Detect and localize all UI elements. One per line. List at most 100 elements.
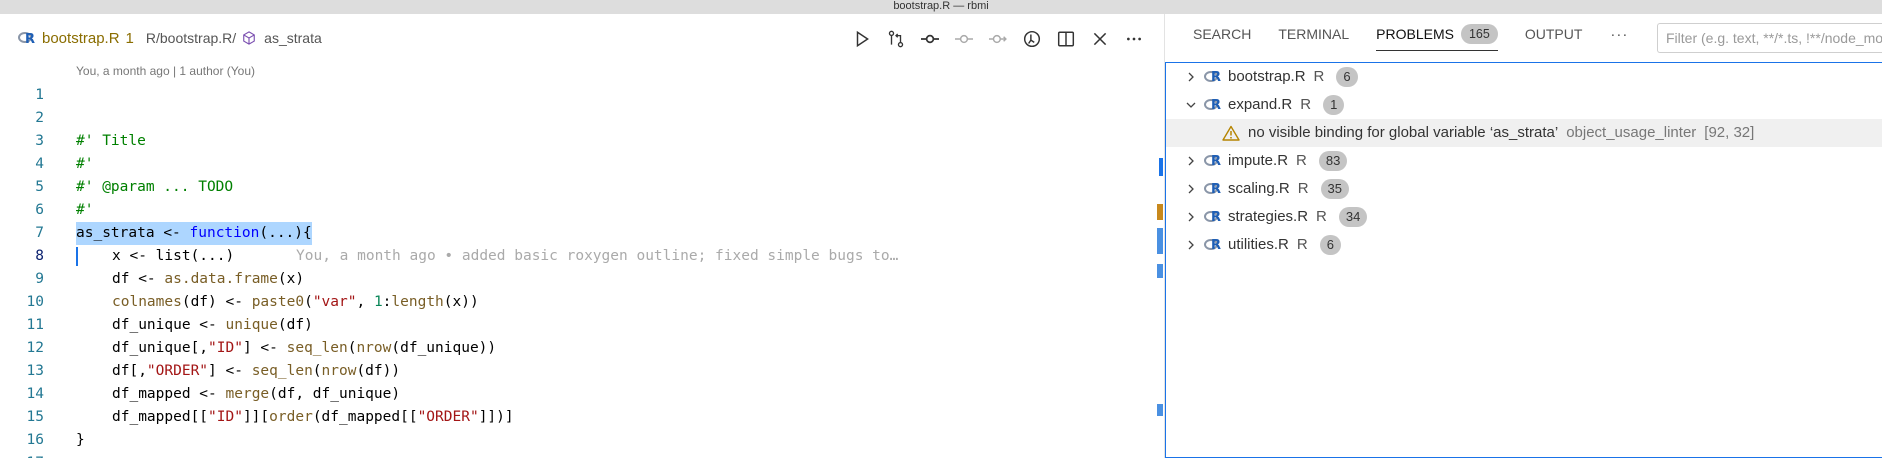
- line-number: 6: [35, 202, 44, 218]
- r-file-icon: R: [1204, 180, 1222, 198]
- code-text: colnames(df) <- paste0("var", 1:length(x…: [112, 294, 479, 310]
- line-number: 14: [26, 386, 44, 402]
- problem-source: object_usage_linter: [1566, 124, 1697, 141]
- git-commit-icon[interactable]: [918, 27, 942, 51]
- tab-problem-count: 1: [125, 29, 134, 47]
- code-line: 11 df_unique <- unique(df): [0, 314, 1162, 337]
- bottom-panel: SEARCH TERMINAL PROBLEMS 165 OUTPUT ··· F…: [1164, 14, 1882, 458]
- close-icon[interactable]: [1088, 27, 1112, 51]
- codelens-blame[interactable]: You, a month ago | 1 author (You): [76, 64, 255, 78]
- problems-filter-input[interactable]: Filter (e.g. text, **/*.ts, !**/node_mod…: [1657, 23, 1882, 53]
- file-language: R: [1300, 96, 1312, 113]
- code-text: #' Title: [76, 133, 146, 149]
- code-text: df_unique <- unique(df): [112, 317, 313, 333]
- line-number: 3: [35, 133, 44, 149]
- problem-position: [92, 32]: [1704, 124, 1755, 141]
- line-number: 12: [26, 340, 44, 356]
- line-number: 9: [35, 271, 44, 287]
- chevron-right-icon[interactable]: [1184, 70, 1198, 84]
- problem-file-row[interactable]: R impute.R R 83: [1166, 147, 1882, 175]
- timeline-icon[interactable]: [1020, 27, 1044, 51]
- code-line: 17: [0, 452, 1162, 458]
- code-text: }: [76, 432, 85, 448]
- code-line: 13 df[,"ORDER"] <- seq_len(nrow(df)): [0, 360, 1162, 383]
- line-number: 17: [0, 452, 44, 458]
- file-problem-count: 6: [1319, 235, 1341, 255]
- r-file-icon: R: [1204, 236, 1222, 254]
- code-line: 14 df_mapped <- merge(df, df_unique): [0, 383, 1162, 406]
- breadcrumb-symbol[interactable]: as_strata: [264, 30, 322, 46]
- line-number: 7: [35, 225, 44, 241]
- problem-file-row[interactable]: R strategies.R R 34: [1166, 203, 1882, 231]
- code-line: 1: [0, 84, 1162, 107]
- tab-search[interactable]: SEARCH: [1193, 14, 1251, 54]
- split-editor-icon[interactable]: [1054, 27, 1078, 51]
- chevron-right-icon[interactable]: [1184, 238, 1198, 252]
- chevron-down-icon[interactable]: [1184, 98, 1198, 112]
- more-actions-icon[interactable]: [1122, 27, 1146, 51]
- code-text: #': [76, 202, 94, 218]
- breadcrumb-path[interactable]: R/bootstrap.R/: [146, 30, 236, 46]
- problems-tree: R bootstrap.R R 6 R expand.R R 1 no visi…: [1165, 62, 1882, 458]
- editor: R bootstrap.R 1 R/bootstrap.R/ as_strata…: [0, 14, 1162, 458]
- tab-output[interactable]: OUTPUT: [1525, 14, 1583, 54]
- file-name: scaling.R: [1228, 180, 1290, 197]
- line-number: 8: [35, 248, 44, 264]
- file-name: expand.R: [1228, 96, 1293, 113]
- more-tabs-icon[interactable]: ···: [1610, 26, 1628, 43]
- tab-terminal[interactable]: TERMINAL: [1278, 14, 1349, 54]
- file-problem-count: 35: [1320, 179, 1350, 199]
- run-icon[interactable]: [850, 27, 874, 51]
- code-text: df_unique[,"ID"] <- seq_len(nrow(df_uniq…: [112, 340, 497, 356]
- inline-blame: You, a month ago • added basic roxygen o…: [296, 248, 899, 264]
- code-text: df <- as.data.frame(x): [112, 271, 305, 287]
- problem-file-row[interactable]: R scaling.R R 35: [1166, 175, 1882, 203]
- file-problem-count: 6: [1336, 67, 1358, 87]
- problem-file-row[interactable]: R expand.R R 1: [1166, 91, 1882, 119]
- line-number: 16: [26, 432, 44, 448]
- code-line: 4 #': [0, 153, 1162, 176]
- code-text: #': [76, 156, 94, 172]
- file-language: R: [1296, 152, 1307, 169]
- code-line: 12 df_unique[,"ID"] <- seq_len(nrow(df_un…: [0, 337, 1162, 360]
- file-name: impute.R: [1228, 152, 1289, 169]
- symbol-cube-icon: [243, 31, 255, 45]
- problem-message: no visible binding for global variable ‘…: [1248, 124, 1559, 141]
- editor-tab-bar: R bootstrap.R 1 R/bootstrap.R/ as_strata: [0, 14, 1162, 62]
- line-number: 1: [35, 87, 44, 103]
- code-line: 5 #' @param ... TODO: [0, 176, 1162, 199]
- chevron-right-icon[interactable]: [1184, 210, 1198, 224]
- editor-toolbar: [850, 27, 1146, 51]
- file-language: R: [1297, 180, 1309, 197]
- code-line: 8 x <- list(...) You, a month ago • added …: [0, 245, 1162, 268]
- file-language: R: [1316, 208, 1327, 225]
- problem-item[interactable]: no visible binding for global variable ‘…: [1166, 119, 1882, 147]
- chevron-right-icon[interactable]: [1184, 182, 1198, 196]
- file-name: bootstrap.R: [1228, 68, 1306, 85]
- r-file-icon: R: [1204, 152, 1222, 170]
- file-problem-count: 34: [1338, 207, 1368, 227]
- code-text: df_mapped <- merge(df, df_unique): [112, 386, 401, 402]
- next-change-icon[interactable]: [986, 27, 1010, 51]
- file-language: R: [1313, 68, 1325, 85]
- text-cursor: [76, 247, 78, 266]
- code-text: df_mapped[["ID"]][order(df_mapped[["ORDE…: [112, 409, 514, 425]
- compare-changes-icon[interactable]: [884, 27, 908, 51]
- tab-problems[interactable]: PROBLEMS 165: [1376, 14, 1498, 54]
- r-file-icon: R: [1204, 208, 1222, 226]
- problem-file-row[interactable]: R utilities.R R 6: [1166, 231, 1882, 259]
- previous-change-icon[interactable]: [952, 27, 976, 51]
- editor-tab[interactable]: R bootstrap.R 1 R/bootstrap.R/ as_strata: [18, 26, 322, 50]
- tab-filename: bootstrap.R: [42, 29, 120, 47]
- file-problem-count: 1: [1323, 95, 1345, 115]
- r-file-icon: R: [1204, 68, 1222, 86]
- r-file-icon: R: [18, 29, 36, 47]
- chevron-right-icon[interactable]: [1184, 154, 1198, 168]
- code-area[interactable]: 1 2 3 #' Title 4 #' 5 #' @param ... TODO 6 #…: [0, 84, 1162, 458]
- warning-icon: [1222, 125, 1240, 141]
- tab-problems-label: PROBLEMS: [1376, 26, 1454, 42]
- code-text: #' @param ... TODO: [76, 179, 234, 195]
- file-name: utilities.R: [1228, 236, 1289, 253]
- problem-file-row[interactable]: R bootstrap.R R 6: [1166, 63, 1882, 91]
- problems-count-badge: 165: [1460, 24, 1498, 44]
